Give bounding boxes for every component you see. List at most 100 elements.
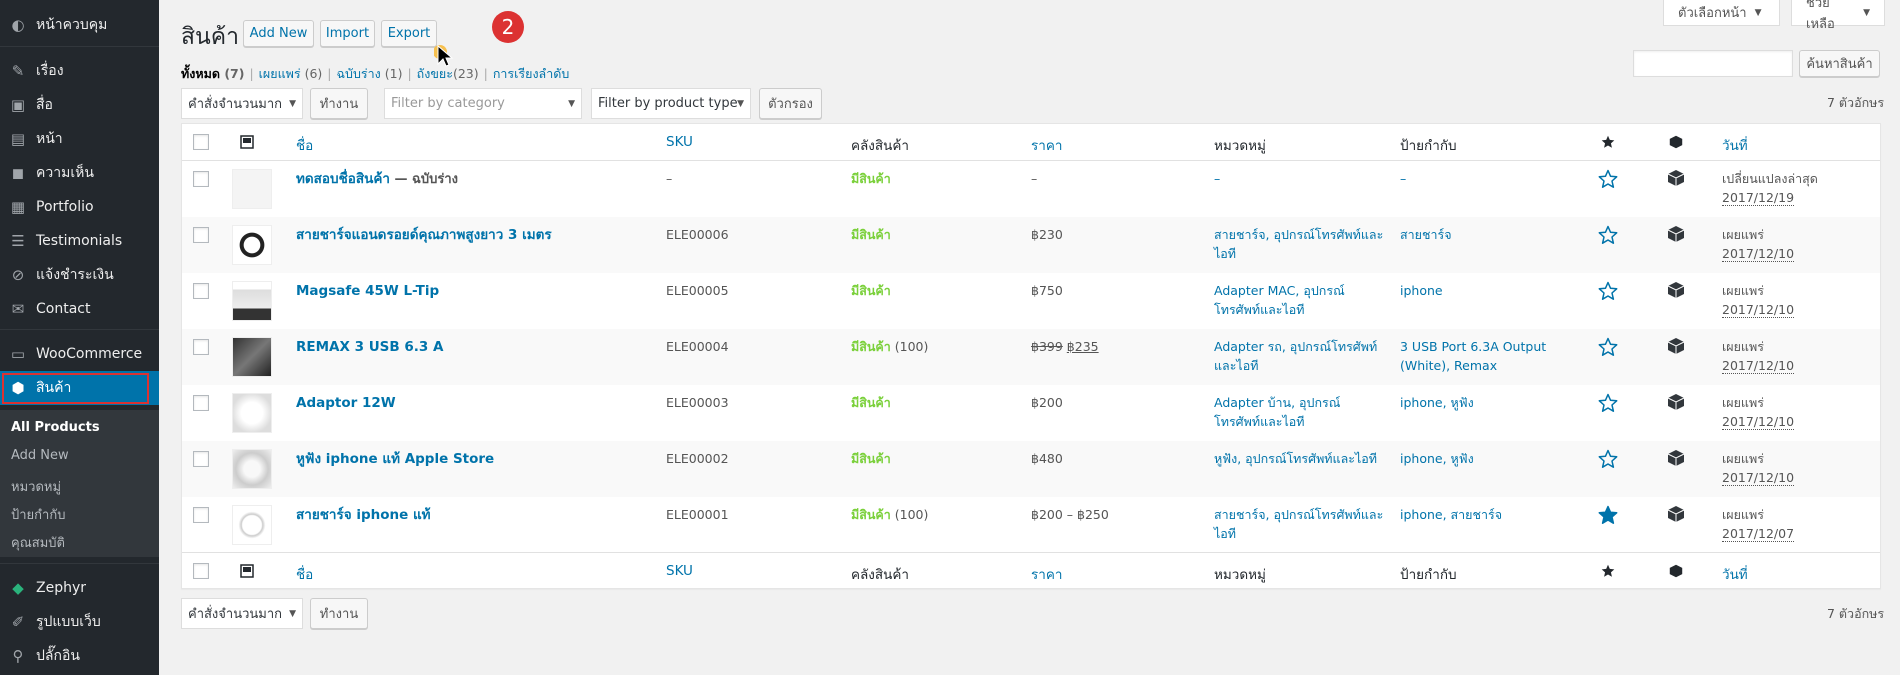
product-thumbnail[interactable] [232, 393, 272, 433]
bulk-action-select-bottom[interactable]: คำสั่งจำนวนมาก ▼ [181, 598, 303, 629]
view-drafts[interactable]: ฉบับร่าง (1) [337, 66, 403, 81]
tag-link[interactable]: 3 USB Port 6.3A Output [1400, 337, 1546, 356]
select-all-checkbox[interactable] [193, 134, 209, 150]
submenu-categories[interactable]: หมวดหมู่ [11, 476, 61, 497]
sidebar-item-10[interactable]: ⬢ สินค้า [0, 371, 159, 405]
tag-link[interactable]: (White), Remax [1400, 356, 1546, 375]
product-thumbnail[interactable] [232, 169, 272, 209]
product-type-select[interactable]: Filter by product type ▼ [591, 88, 751, 119]
product-name-link[interactable]: ทดสอบชื่อสินค้า [296, 171, 390, 187]
filter-button[interactable]: ตัวกรอง [759, 88, 822, 119]
search-products-button[interactable]: ค้นหาสินค้า [1799, 50, 1880, 77]
category-link[interactable]: หูฟัง, อุปกรณ์โทรศัพท์และไอที [1214, 449, 1377, 468]
featured-star-icon[interactable] [1598, 505, 1618, 525]
help-tab[interactable]: ช่วยเหลือ ▼ [1791, 0, 1885, 32]
product-sku: ELE00004 [666, 339, 729, 354]
product-name-link[interactable]: สายชาร์จแอนดรอยด์คุณภาพสูงยาว 3 เมตร [296, 227, 552, 243]
sidebar-item-0[interactable]: ◐ หน้าควบคุม [0, 8, 159, 42]
row-checkbox[interactable] [193, 227, 209, 243]
featured-column-star-icon[interactable] [1601, 135, 1615, 149]
column-sku[interactable]: SKU [666, 134, 693, 150]
tag-link[interactable]: สายชาร์จ [1400, 225, 1452, 244]
row-checkbox[interactable] [193, 507, 209, 523]
import-button[interactable]: Import [320, 20, 375, 47]
featured-star-icon[interactable] [1598, 449, 1618, 469]
sidebar-item-12[interactable]: ✐ รูปแบบเว็บ [0, 605, 159, 639]
sidebar-item-13[interactable]: ⚲ ปลั๊กอิน [0, 639, 159, 673]
category-link[interactable]: ไอที [1214, 524, 1383, 543]
row-checkbox[interactable] [193, 451, 209, 467]
product-name-link[interactable]: REMAX 3 USB 6.3 A [296, 339, 443, 355]
sidebar-item-9[interactable]: ▭ WooCommerce [0, 337, 159, 371]
category-link[interactable]: และไอที [1214, 356, 1377, 375]
sidebar-item-8[interactable]: ✉ Contact [0, 292, 159, 326]
product-name-link[interactable]: หูฟัง iphone แท้ Apple Store [296, 451, 494, 467]
tag-link[interactable]: iphone [1400, 281, 1443, 300]
product-name-link[interactable]: Magsafe 45W L-Tip [296, 283, 439, 299]
category-link[interactable]: ไอที [1214, 244, 1383, 263]
category-link[interactable]: Adapter บ้าน, อุปกรณ์ [1214, 393, 1340, 412]
category-link[interactable]: โทรศัพท์และไอที [1214, 300, 1345, 319]
category-filter-select[interactable]: Filter by category ▼ [384, 88, 582, 119]
tag-link[interactable]: – [1400, 169, 1406, 188]
category-link[interactable]: โทรศัพท์และไอที [1214, 412, 1340, 431]
column-date-footer[interactable]: วันที่ [1722, 563, 1748, 585]
column-price[interactable]: ราคา [1031, 134, 1062, 156]
row-checkbox[interactable] [193, 283, 209, 299]
view-sorting[interactable]: การเรียงลำดับ [493, 66, 569, 81]
sidebar-item-4[interactable]: ◼ ความเห็น [0, 156, 159, 190]
category-link[interactable]: Adapter MAC, อุปกรณ์ [1214, 281, 1345, 300]
featured-star-icon[interactable] [1598, 393, 1618, 413]
tag-link[interactable]: iphone, หูฟัง [1400, 393, 1474, 412]
row-checkbox[interactable] [193, 339, 209, 355]
row-checkbox[interactable] [193, 171, 209, 187]
view-trash[interactable]: ถังขยะ(23) [417, 66, 479, 81]
featured-star-icon[interactable] [1598, 281, 1618, 301]
category-link[interactable]: สายชาร์จ, อุปกรณ์โทรศัพท์และ [1214, 505, 1383, 524]
tag-link[interactable]: iphone, สายชาร์จ [1400, 505, 1502, 524]
view-published[interactable]: เผยแพร่ (6) [259, 66, 323, 81]
submenu-tags[interactable]: ป้ายกำกับ [11, 504, 65, 525]
category-link[interactable]: สายชาร์จ, อุปกรณ์โทรศัพท์และ [1214, 225, 1383, 244]
sidebar-item-2[interactable]: ▣ สื่อ [0, 88, 159, 122]
product-name-link[interactable]: Adaptor 12W [296, 395, 396, 411]
screen-options-tab[interactable]: ตัวเลือกหน้า ▼ [1663, 0, 1780, 26]
sidebar-item-3[interactable]: ▤ หน้า [0, 122, 159, 156]
select-all-checkbox-footer[interactable] [193, 563, 209, 579]
product-thumbnail[interactable] [232, 337, 272, 377]
bulk-action-select[interactable]: คำสั่งจำนวนมาก ▼ [181, 88, 303, 119]
product-thumbnail[interactable] [232, 225, 272, 265]
export-button[interactable]: Export [381, 20, 437, 47]
column-name-footer[interactable]: ชื่อ [296, 563, 313, 585]
featured-star-icon[interactable] [1598, 169, 1618, 189]
column-date[interactable]: วันที่ [1722, 134, 1748, 156]
view-all[interactable]: ทั้งหมด (7) [181, 66, 244, 81]
submenu-add-new[interactable]: Add New [11, 448, 69, 463]
featured-star-icon[interactable] [1598, 337, 1618, 357]
category-link[interactable]: Adapter รถ, อุปกรณ์โทรศัพท์ [1214, 337, 1377, 356]
product-thumbnail[interactable] [232, 281, 272, 321]
submenu-attributes[interactable]: คุณสมบัติ [11, 532, 65, 553]
column-sku-footer[interactable]: SKU [666, 563, 693, 579]
media-icon: ▣ [10, 96, 26, 114]
apply-bulk-button[interactable]: ทำงาน [310, 88, 368, 119]
product-thumbnail[interactable] [232, 449, 272, 489]
sidebar-item-6[interactable]: ☰ Testimonials [0, 224, 159, 258]
featured-star-icon[interactable] [1598, 225, 1618, 245]
sidebar-item-5[interactable]: ▦ Portfolio [0, 190, 159, 224]
product-search-input[interactable] [1633, 50, 1793, 77]
product-thumbnail[interactable] [232, 505, 272, 545]
apply-bulk-button-bottom[interactable]: ทำงาน [310, 598, 368, 629]
featured-column-star-icon[interactable] [1601, 564, 1615, 578]
submenu-all-products[interactable]: All Products [11, 420, 100, 435]
row-checkbox[interactable] [193, 395, 209, 411]
product-name-link[interactable]: สายชาร์จ iphone แท้ [296, 507, 431, 523]
column-price-footer[interactable]: ราคา [1031, 563, 1062, 585]
column-name[interactable]: ชื่อ [296, 134, 313, 156]
tag-link[interactable]: iphone, หูฟัง [1400, 449, 1474, 468]
add-new-button[interactable]: Add New [243, 20, 314, 47]
sidebar-item-11[interactable]: ◆ Zephyr [0, 571, 159, 605]
sidebar-item-7[interactable]: ⊘ แจ้งชำระเงิน [0, 258, 159, 292]
sidebar-item-1[interactable]: ✎ เรื่อง [0, 54, 159, 88]
category-link[interactable]: – [1214, 169, 1220, 188]
